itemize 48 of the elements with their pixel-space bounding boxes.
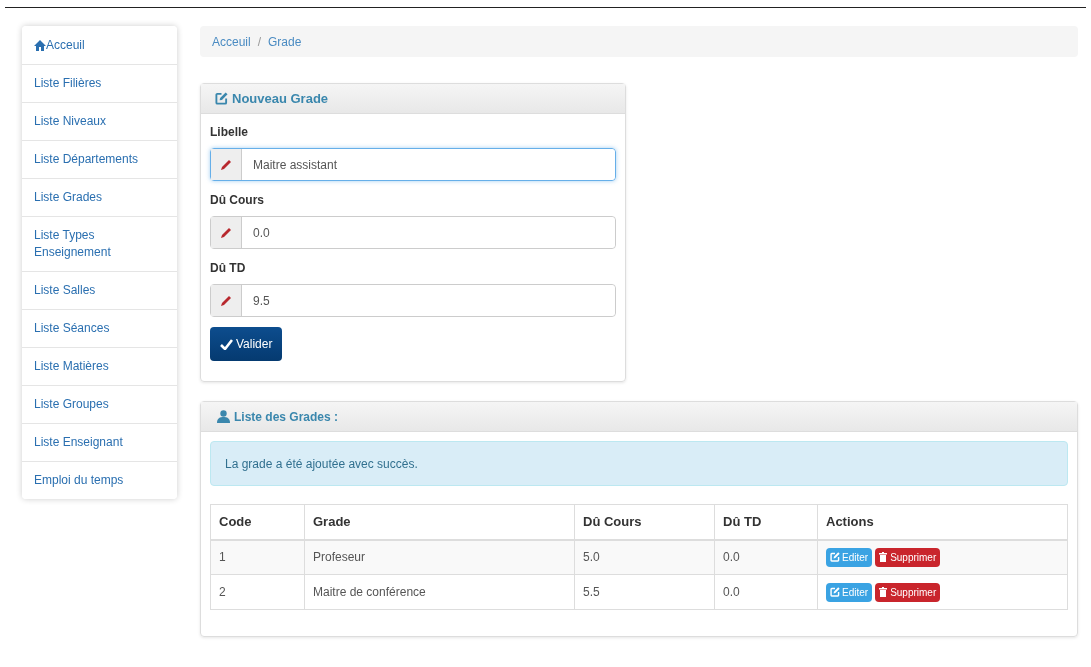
pencil-icon [220,295,232,306]
table-cell: 5.5 [574,574,715,610]
column-header: Dû Cours [574,504,715,540]
sidebar-item[interactable]: Liste Départements [22,141,177,179]
sidebar-item[interactable]: Emploi du temps [22,462,177,499]
column-header: Code [210,504,305,540]
field-label: Libelle [210,124,249,141]
success-alert: La grade a été ajoutée avec succès. [210,441,1068,486]
column-header: Grade [304,504,575,540]
sidebar-item[interactable]: Liste Séances [22,310,177,348]
edit-icon [215,92,228,105]
delete-button[interactable]: Supprimer [875,547,941,567]
sidebar-item[interactable]: Liste Matières [22,348,177,386]
trash-icon [879,552,888,563]
sidebar-item[interactable]: Liste Enseignant [22,424,177,462]
table-cell: 0.0 [714,574,818,610]
sidebar-item[interactable]: Acceuil [22,26,177,65]
field-label: Dû TD [210,260,247,277]
breadcrumb-link[interactable]: Grade [268,32,302,51]
column-header: Dû TD [714,504,818,540]
panel-title: Liste des Grades : [234,408,339,426]
panel-title: Nouveau Grade [232,89,329,108]
sidebar-item[interactable]: Liste Filières [22,65,177,103]
pencil-icon [220,227,232,238]
sidebar-item[interactable]: Liste Types Enseignement [22,217,177,272]
breadcrumb-separator: / [256,33,263,51]
sidebar-item[interactable]: Liste Niveaux [22,103,177,141]
input-field[interactable]: 0.0 [210,216,616,249]
sidebar-item[interactable]: Liste Grades [22,179,177,217]
column-header: Actions [817,504,1068,540]
sidebar-item-label: Acceuil [46,37,85,54]
user-icon [217,410,230,423]
edit-icon [830,587,840,597]
submit-button[interactable]: Valider [210,327,283,361]
table-cell: Maitre de conférence [304,574,575,610]
breadcrumb-link[interactable]: Acceuil [212,32,251,51]
check-icon [220,338,233,350]
input-field[interactable]: 9.5 [210,284,616,317]
field-label: Dû Cours [210,192,265,209]
delete-button[interactable]: Supprimer [875,582,941,602]
home-icon [34,39,46,51]
table-cell: 2 [210,574,305,610]
edit-icon [830,552,840,563]
sidebar-item[interactable]: Liste Groupes [22,386,177,424]
trash-icon [879,587,888,597]
input-field[interactable]: Maitre assistant [210,148,616,181]
pencil-icon [220,159,232,170]
sidebar-item[interactable]: Liste Salles [22,272,177,310]
